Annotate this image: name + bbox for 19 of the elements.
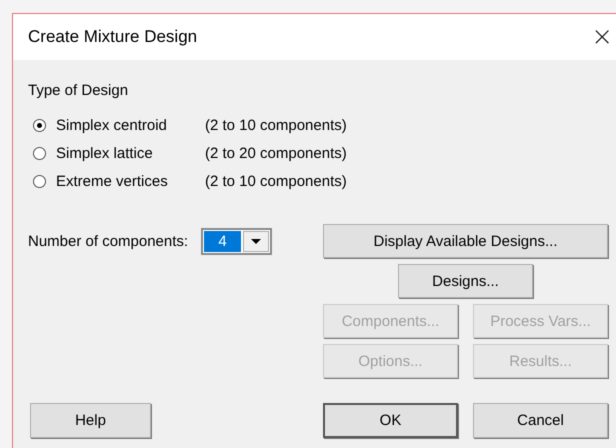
- radio-button[interactable]: [33, 118, 46, 132]
- components-dropdown[interactable]: 4: [201, 228, 272, 254]
- range-text: (2 to 20 components): [205, 144, 347, 162]
- radio-button[interactable]: [33, 146, 46, 160]
- group-label: Type of Design: [28, 82, 130, 100]
- range-text: (2 to 10 components): [205, 172, 347, 190]
- radio-label[interactable]: Simplex centroid: [56, 116, 167, 134]
- radio-button[interactable]: [33, 174, 46, 188]
- radio-label[interactable]: Simplex lattice: [56, 144, 153, 162]
- close-button[interactable]: ×: [591, 24, 613, 50]
- radio-label[interactable]: Extreme vertices: [56, 172, 168, 190]
- dialog-button[interactable]: Help: [30, 403, 151, 438]
- window-title: Create Mixture Design: [28, 27, 198, 47]
- dialog-button[interactable]: Display Available Designs...: [323, 224, 608, 258]
- range-text: (2 to 10 components): [205, 116, 347, 134]
- dialog-button[interactable]: OK: [323, 403, 458, 438]
- dialog-button[interactable]: Designs...: [398, 264, 533, 298]
- field-label: Number of components:: [28, 232, 188, 250]
- dialog-button[interactable]: Cancel: [473, 403, 608, 438]
